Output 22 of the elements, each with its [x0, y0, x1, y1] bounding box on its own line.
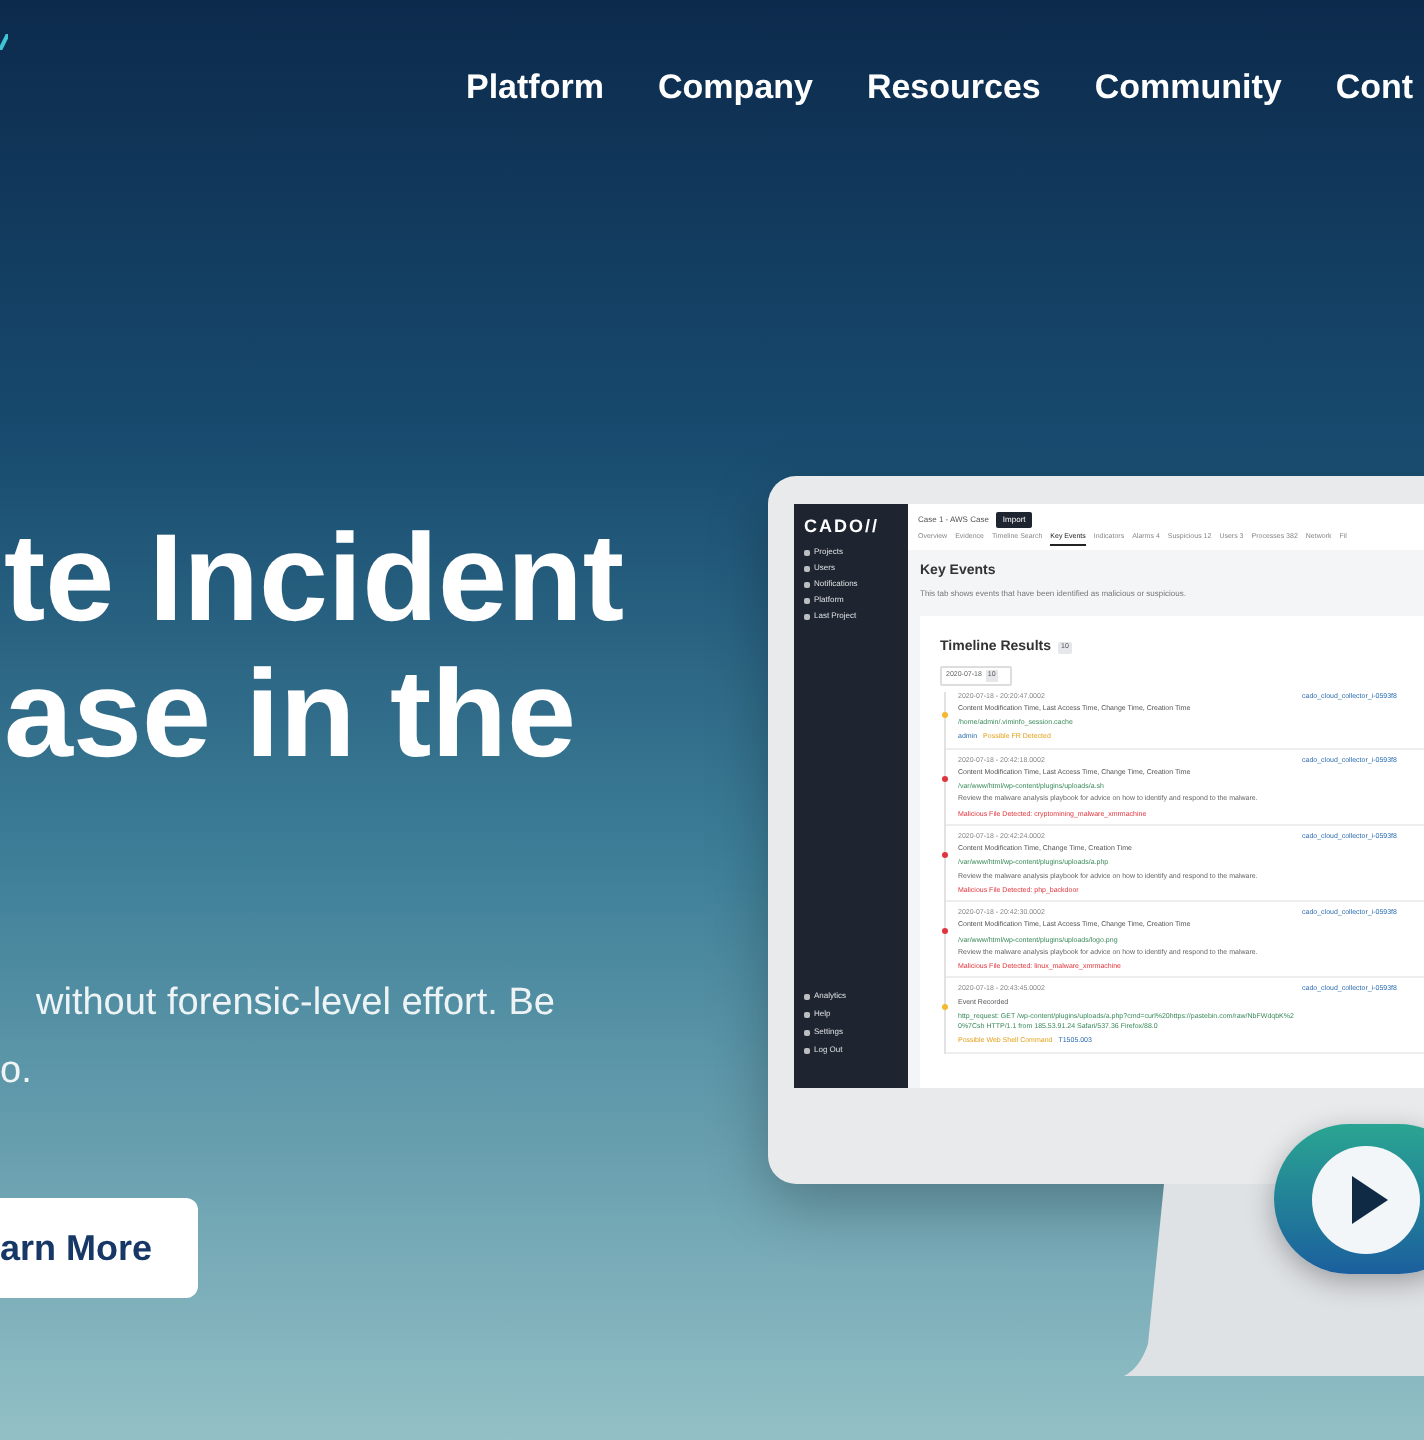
nav-link[interactable]: Resources — [866, 62, 1041, 120]
hero-heading-line: te Incident — [4, 512, 627, 648]
nav-link[interactable]: Cont — [1335, 62, 1414, 120]
menu-icon — [804, 549, 810, 555]
menu-icon — [804, 1047, 810, 1053]
menu-icon — [804, 597, 810, 603]
menu-icon — [804, 613, 810, 619]
logo-icon[interactable] — [0, 34, 8, 50]
nav-link[interactable]: Community — [1094, 62, 1282, 120]
menu-icon — [804, 1029, 810, 1035]
menu-icon — [804, 1011, 810, 1017]
nav-link[interactable]: Company — [657, 62, 813, 120]
nav-link[interactable]: Platform — [466, 62, 604, 120]
menu-icon — [804, 581, 810, 587]
play-icon — [1312, 1145, 1420, 1253]
hero-text-line: without forensic-level effort. Be — [34, 980, 557, 1028]
menu-icon — [804, 565, 810, 571]
app-logo: CADO// — [804, 518, 881, 536]
learn-more-button[interactable]: arn More — [0, 1198, 198, 1298]
hero-text-line: o. — [0, 1048, 34, 1096]
menu-icon — [804, 993, 810, 999]
hero-heading-line: ase in the — [4, 648, 578, 784]
